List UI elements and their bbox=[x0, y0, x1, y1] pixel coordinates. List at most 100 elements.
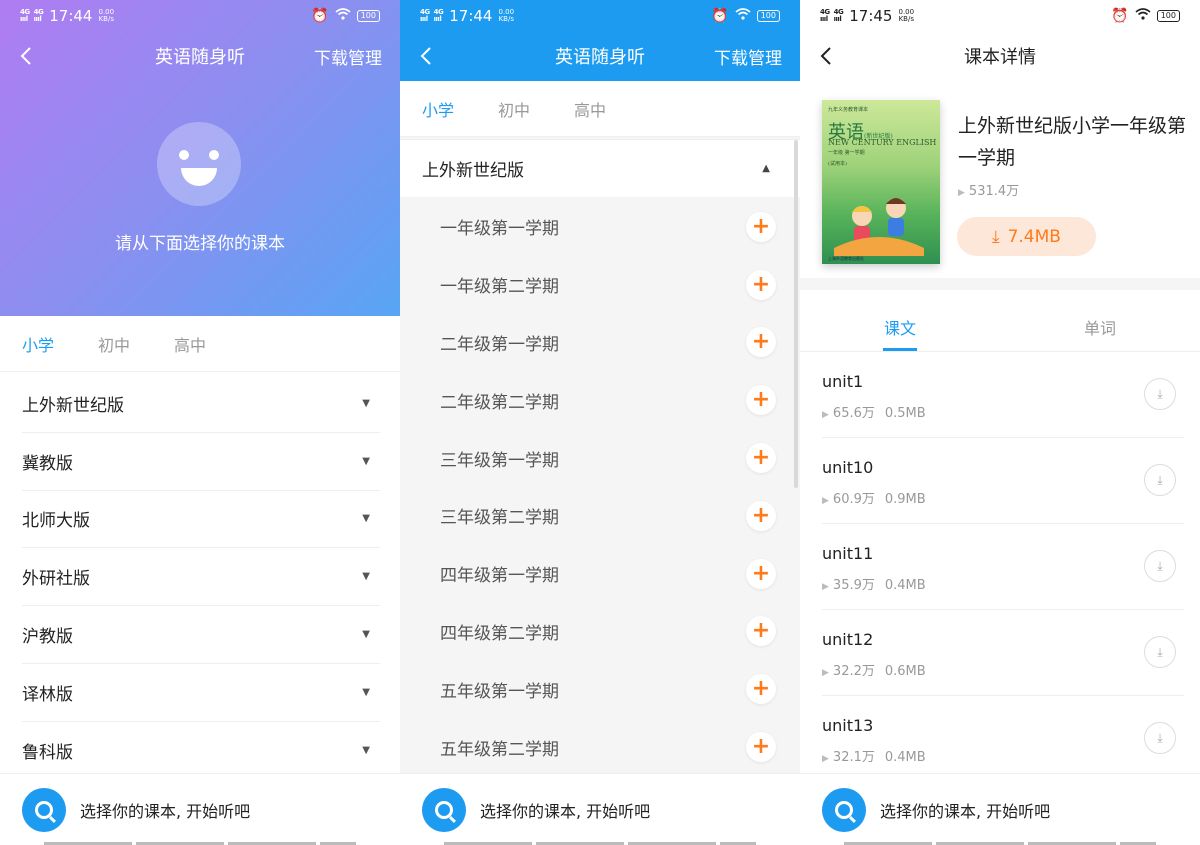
signal-icon: 4G ıııl bbox=[820, 8, 830, 23]
screen-term-select: 4G ıııl 4G ıııl 17:44 0.00 KB/s ⏰ 100 英语随身… bbox=[400, 0, 800, 845]
add-icon[interactable]: + bbox=[746, 732, 776, 763]
add-icon[interactable]: + bbox=[746, 616, 776, 647]
add-icon[interactable]: + bbox=[746, 269, 776, 300]
caret-up-icon: ▲ bbox=[762, 163, 770, 174]
tab-junior[interactable]: 初中 bbox=[98, 332, 130, 356]
scrollbar[interactable] bbox=[794, 140, 798, 488]
back-icon[interactable] bbox=[814, 42, 838, 70]
download-all-button[interactable]: ⤓ 7.4MB bbox=[957, 217, 1096, 256]
back-icon[interactable] bbox=[14, 42, 38, 70]
download-icon[interactable]: ⤓ bbox=[1144, 378, 1176, 410]
version-item-expanded[interactable]: 上外新世纪版 ▲ bbox=[400, 139, 800, 197]
unit-meta: ▶ 60.9万 0.9MB bbox=[822, 492, 926, 507]
download-icon[interactable]: ⤓ bbox=[1144, 636, 1176, 668]
caret-down-icon: ▼ bbox=[362, 571, 370, 583]
add-icon[interactable]: + bbox=[746, 500, 776, 531]
version-label: 鲁科版 bbox=[22, 742, 73, 763]
search-icon[interactable] bbox=[422, 787, 466, 832]
version-label: 上外新世纪版 bbox=[22, 395, 124, 416]
caret-down-icon: ▼ bbox=[362, 686, 370, 698]
search-icon[interactable] bbox=[822, 787, 866, 832]
tab-senior[interactable]: 高中 bbox=[574, 97, 606, 121]
unit-list: unit1 ▶ 65.6万 0.5MB ⤓ unit10 ▶ 60.9万 0.9MB ⤓… bbox=[800, 352, 1200, 782]
book-cover: 九年义务教育课本 英语(新世纪版) NEW CENTURY ENGLISH 一年… bbox=[822, 100, 940, 264]
unit-name: unit12 bbox=[822, 630, 874, 649]
term-label: 一年级第一学期 bbox=[440, 219, 559, 240]
version-label: 上外新世纪版 bbox=[422, 161, 524, 181]
term-item[interactable]: 五年级第一学期 + bbox=[400, 660, 800, 718]
caret-down-icon: ▼ bbox=[362, 513, 370, 525]
tab-primary[interactable]: 小学 bbox=[22, 332, 54, 356]
page-title: 英语随身听 bbox=[155, 47, 245, 68]
player-hint: 选择你的课本, 开始听吧 bbox=[480, 801, 651, 821]
status-bar: 4G ıııl 4G ıııl 17:44 0.00 KB/s ⏰ 100 bbox=[400, 0, 800, 32]
play-icon: ▶ bbox=[822, 668, 829, 678]
unit-item[interactable]: unit13 ▶ 32.1万 0.4MB ⤓ bbox=[822, 696, 1184, 782]
net-speed: 0.00 KB/s bbox=[898, 8, 915, 23]
status-time: 17:44 bbox=[49, 7, 93, 25]
version-label: 冀教版 bbox=[22, 453, 73, 474]
term-label: 三年级第二学期 bbox=[440, 508, 559, 529]
tab-primary[interactable]: 小学 bbox=[422, 97, 454, 121]
battery-icon: 100 bbox=[756, 10, 780, 22]
status-bar: 4G ıııl 4G ıııl 17:45 0.00 KB/s ⏰ 100 bbox=[800, 0, 1200, 32]
add-icon[interactable]: + bbox=[746, 385, 776, 416]
player-bar[interactable]: 选择你的课本, 开始听吧 bbox=[800, 773, 1200, 845]
unit-item[interactable]: unit1 ▶ 65.6万 0.5MB ⤓ bbox=[822, 352, 1184, 438]
term-item[interactable]: 二年级第二学期 + bbox=[400, 371, 800, 429]
version-item[interactable]: 鲁科版 ▼ bbox=[22, 722, 380, 780]
player-bar[interactable]: 选择你的课本, 开始听吧 bbox=[400, 773, 800, 845]
tab-junior[interactable]: 初中 bbox=[498, 97, 530, 121]
unit-item[interactable]: unit12 ▶ 32.2万 0.6MB ⤓ bbox=[822, 610, 1184, 696]
unit-item[interactable]: unit10 ▶ 60.9万 0.9MB ⤓ bbox=[822, 438, 1184, 524]
version-item[interactable]: 上外新世纪版 ▼ bbox=[22, 375, 380, 433]
term-label: 一年级第二学期 bbox=[440, 277, 559, 298]
term-item[interactable]: 一年级第一学期 + bbox=[400, 198, 800, 256]
unit-name: unit13 bbox=[822, 716, 874, 735]
download-manage-button[interactable]: 下载管理 bbox=[314, 44, 382, 69]
add-icon[interactable]: + bbox=[746, 443, 776, 474]
add-icon[interactable]: + bbox=[746, 211, 776, 242]
unit-name: unit11 bbox=[822, 544, 874, 563]
net-speed: 0.00 KB/s bbox=[498, 8, 515, 23]
term-item[interactable]: 三年级第二学期 + bbox=[400, 487, 800, 545]
search-icon[interactable] bbox=[22, 787, 66, 832]
unit-meta: ▶ 65.6万 0.5MB bbox=[822, 406, 926, 421]
play-icon: ▶ bbox=[822, 496, 829, 506]
header: 课本详情 bbox=[800, 32, 1200, 80]
term-item[interactable]: 三年级第一学期 + bbox=[400, 429, 800, 487]
term-item[interactable]: 四年级第一学期 + bbox=[400, 545, 800, 603]
term-item[interactable]: 五年级第二学期 + bbox=[400, 718, 800, 776]
term-item[interactable]: 二年级第一学期 + bbox=[400, 314, 800, 372]
term-label: 二年级第二学期 bbox=[440, 392, 559, 413]
term-item[interactable]: 一年级第二学期 + bbox=[400, 256, 800, 314]
add-icon[interactable]: + bbox=[746, 558, 776, 589]
cover-english-title: NEW CENTURY ENGLISH 一年级 第一学期 (试用本) bbox=[828, 138, 937, 167]
caret-down-icon: ▼ bbox=[362, 744, 370, 756]
term-item[interactable]: 四年级第二学期 + bbox=[400, 603, 800, 661]
book-title: 上外新世纪版小学一年级第一学期 bbox=[958, 115, 1187, 169]
version-item[interactable]: 北师大版 ▼ bbox=[22, 491, 380, 549]
tab-lessons[interactable]: 课文 bbox=[800, 302, 1000, 351]
tab-senior[interactable]: 高中 bbox=[174, 332, 206, 356]
signal-icon: 4G ıııl bbox=[20, 8, 30, 23]
version-item[interactable]: 冀教版 ▼ bbox=[22, 433, 380, 491]
download-manage-button[interactable]: 下载管理 bbox=[714, 44, 782, 69]
download-icon[interactable]: ⤓ bbox=[1144, 722, 1176, 754]
version-item[interactable]: 沪教版 ▼ bbox=[22, 606, 380, 664]
unit-item[interactable]: unit11 ▶ 35.9万 0.4MB ⤓ bbox=[822, 524, 1184, 610]
tab-words[interactable]: 单词 bbox=[1000, 302, 1200, 351]
battery-icon: 100 bbox=[1156, 10, 1180, 22]
player-bar[interactable]: 选择你的课本, 开始听吧 bbox=[0, 773, 400, 845]
version-list: 上外新世纪版 ▼ 冀教版 ▼ 北师大版 ▼ 外研社版 ▼ 沪教版 ▼ 译林版 ▼ 鲁科版 ▼ bbox=[0, 375, 400, 780]
version-item[interactable]: 译林版 ▼ bbox=[22, 664, 380, 722]
back-icon[interactable] bbox=[414, 42, 438, 70]
add-icon[interactable]: + bbox=[746, 327, 776, 358]
add-icon[interactable]: + bbox=[746, 674, 776, 705]
download-icon[interactable]: ⤓ bbox=[1144, 464, 1176, 496]
player-hint: 选择你的课本, 开始听吧 bbox=[80, 801, 251, 821]
page-title: 课本详情 bbox=[964, 47, 1036, 68]
version-label: 外研社版 bbox=[22, 569, 90, 590]
version-item[interactable]: 外研社版 ▼ bbox=[22, 548, 380, 607]
download-icon[interactable]: ⤓ bbox=[1144, 550, 1176, 582]
